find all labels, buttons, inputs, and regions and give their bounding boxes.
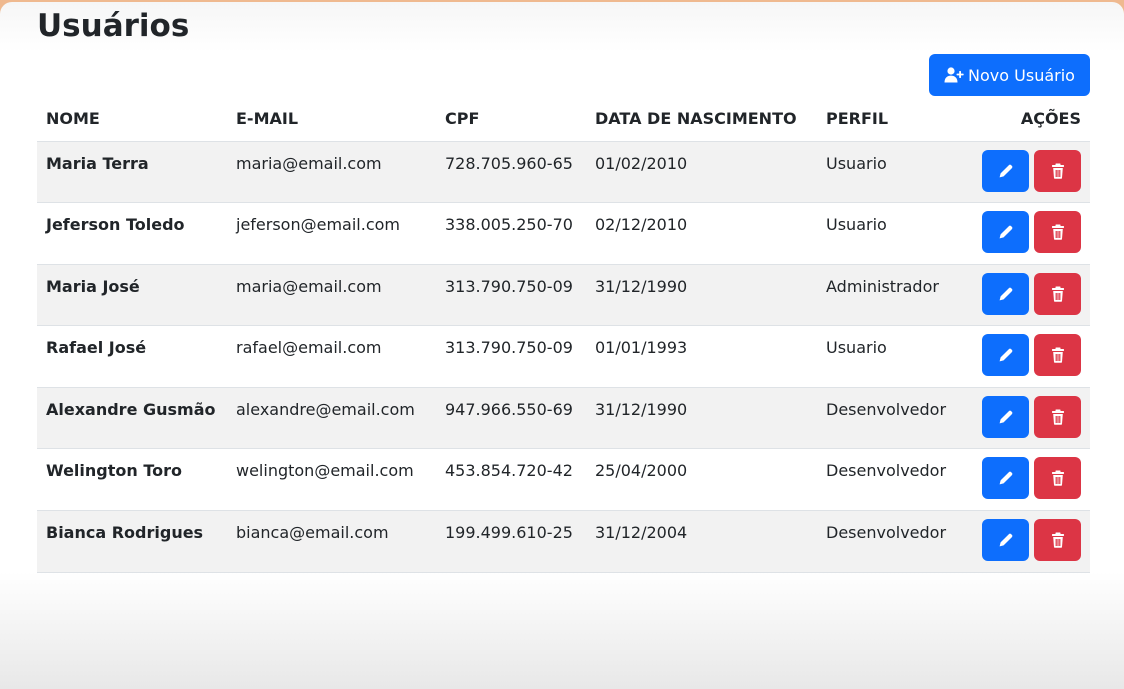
pencil-icon — [997, 469, 1015, 487]
delete-button[interactable] — [1034, 149, 1081, 192]
column-header-birth-date: DATA DE NASCIMENTO — [586, 96, 817, 142]
row-actions — [966, 448, 1090, 512]
delete-button[interactable] — [1034, 211, 1081, 254]
column-header-name: NOME — [37, 96, 227, 142]
trash-icon — [1049, 162, 1067, 180]
user-profile: Administrador — [817, 264, 966, 327]
user-cpf: 728.705.960-65 — [436, 141, 586, 204]
user-plus-icon — [944, 67, 964, 83]
user-birth-date: 01/02/2010 — [586, 141, 817, 204]
user-birth-date: 31/12/2004 — [586, 510, 817, 573]
column-header-actions: AÇÕES — [966, 96, 1090, 142]
row-actions — [966, 264, 1090, 327]
user-profile: Desenvolvedor — [817, 448, 966, 512]
user-email: welington@email.com — [227, 448, 436, 512]
table-row: Rafael José rafael@email.com 313.790.750… — [37, 325, 1090, 388]
delete-button[interactable] — [1034, 457, 1081, 500]
user-name: Maria Terra — [37, 141, 227, 204]
user-cpf: 199.499.610-25 — [436, 510, 586, 573]
user-name: Alexandre Gusmão — [37, 387, 227, 450]
edit-button[interactable] — [982, 519, 1029, 562]
trash-icon — [1049, 408, 1067, 426]
user-profile: Usuario — [817, 202, 966, 265]
user-email: rafael@email.com — [227, 325, 436, 388]
user-profile: Usuario — [817, 141, 966, 204]
user-name: Jeferson Toledo — [37, 202, 227, 265]
pencil-icon — [997, 408, 1015, 426]
pencil-icon — [997, 223, 1015, 241]
trash-icon — [1049, 469, 1067, 487]
edit-button[interactable] — [982, 272, 1029, 315]
user-birth-date: 25/04/2000 — [586, 448, 817, 512]
user-email: maria@email.com — [227, 141, 436, 204]
user-birth-date: 02/12/2010 — [586, 202, 817, 265]
user-email: maria@email.com — [227, 264, 436, 327]
delete-button[interactable] — [1034, 519, 1081, 562]
page-title: Usuários — [37, 8, 190, 44]
trash-icon — [1049, 531, 1067, 549]
edit-button[interactable] — [982, 211, 1029, 254]
table-header-row: NOME E-MAIL CPF DATA DE NASCIMENTO PERFI… — [37, 96, 1090, 142]
user-cpf: 338.005.250-70 — [436, 202, 586, 265]
user-cpf: 453.854.720-42 — [436, 448, 586, 512]
user-name: Welington Toro — [37, 448, 227, 512]
table-row: Maria Terra maria@email.com 728.705.960-… — [37, 141, 1090, 204]
user-profile: Desenvolvedor — [817, 387, 966, 450]
row-actions — [966, 387, 1090, 450]
user-cpf: 947.966.550-69 — [436, 387, 586, 450]
user-profile: Desenvolvedor — [817, 510, 966, 573]
user-profile: Usuario — [817, 325, 966, 388]
table-row: Alexandre Gusmão alexandre@email.com 947… — [37, 387, 1090, 450]
column-header-cpf: CPF — [436, 96, 586, 142]
user-email: bianca@email.com — [227, 510, 436, 573]
trash-icon — [1049, 223, 1067, 241]
table-body: Maria Terra maria@email.com 728.705.960-… — [37, 141, 1090, 573]
user-name: Maria José — [37, 264, 227, 327]
user-cpf: 313.790.750-09 — [436, 325, 586, 388]
new-user-button[interactable]: Novo Usuário — [929, 54, 1090, 96]
delete-button[interactable] — [1034, 334, 1081, 377]
row-actions — [966, 202, 1090, 265]
table-row: Bianca Rodrigues bianca@email.com 199.49… — [37, 510, 1090, 573]
users-table: NOME E-MAIL CPF DATA DE NASCIMENTO PERFI… — [37, 96, 1090, 573]
user-name: Bianca Rodrigues — [37, 510, 227, 573]
users-card: Usuários Novo Usuário NOME E-MAIL CPF DA… — [0, 2, 1124, 689]
edit-button[interactable] — [982, 457, 1029, 500]
table-row: Jeferson Toledo jeferson@email.com 338.0… — [37, 202, 1090, 265]
pencil-icon — [997, 285, 1015, 303]
trash-icon — [1049, 346, 1067, 364]
table-row: Maria José maria@email.com 313.790.750-0… — [37, 264, 1090, 327]
user-cpf: 313.790.750-09 — [436, 264, 586, 327]
edit-button[interactable] — [982, 395, 1029, 438]
row-actions — [966, 141, 1090, 204]
row-actions — [966, 510, 1090, 573]
user-email: jeferson@email.com — [227, 202, 436, 265]
delete-button[interactable] — [1034, 395, 1081, 438]
edit-button[interactable] — [982, 334, 1029, 377]
column-header-email: E-MAIL — [227, 96, 436, 142]
row-actions — [966, 325, 1090, 388]
pencil-icon — [997, 531, 1015, 549]
pencil-icon — [997, 346, 1015, 364]
trash-icon — [1049, 285, 1067, 303]
user-birth-date: 31/12/1990 — [586, 264, 817, 327]
user-birth-date: 01/01/1993 — [586, 325, 817, 388]
user-birth-date: 31/12/1990 — [586, 387, 817, 450]
table-row: Welington Toro welington@email.com 453.8… — [37, 448, 1090, 512]
edit-button[interactable] — [982, 149, 1029, 192]
delete-button[interactable] — [1034, 272, 1081, 315]
column-header-profile: PERFIL — [817, 96, 966, 142]
user-email: alexandre@email.com — [227, 387, 436, 450]
new-user-button-label: Novo Usuário — [968, 65, 1075, 85]
user-name: Rafael José — [37, 325, 227, 388]
pencil-icon — [997, 162, 1015, 180]
